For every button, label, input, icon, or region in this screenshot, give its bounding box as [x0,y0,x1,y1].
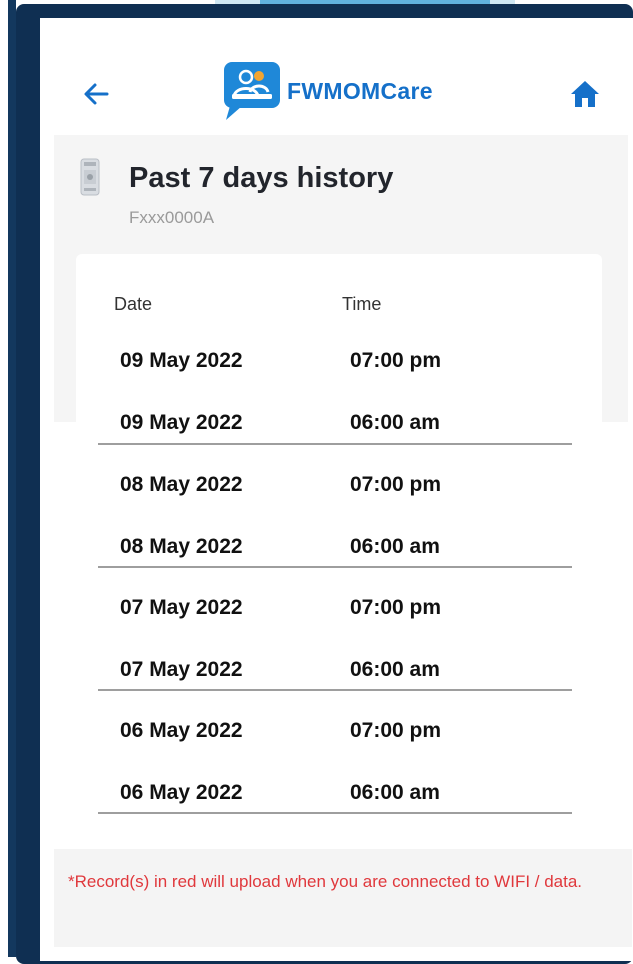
row-date: 08 May 2022 [120,535,243,558]
app-screen: FWMOMCare Past 7 days history Fxxx0000A … [40,18,633,961]
user-id: Fxxx0000A [129,208,215,227]
row-divider [98,812,572,814]
table-row: 07 May 2022 07:00 pm [98,581,572,643]
row-time: 07:00 pm [350,349,442,372]
row-date: 06 May 2022 [120,719,243,742]
device-card-icon [80,158,100,196]
row-divider [98,443,572,445]
row-time: 06:00 am [350,781,440,804]
table-row: 09 May 2022 06:00 am [98,396,572,458]
row-date: 07 May 2022 [120,596,243,619]
table-row: 08 May 2022 06:00 am [98,520,572,582]
row-divider [98,566,572,568]
row-date: 09 May 2022 [120,411,243,434]
table-row: 09 May 2022 07:00 pm [98,334,572,396]
background-frame-edge [8,0,16,957]
table-row: 07 May 2022 06:00 am [98,643,572,705]
home-icon[interactable] [568,78,602,110]
page-title: Past 7 days history [129,162,394,194]
upload-notice: *Record(s) in red will upload when you a… [54,849,632,947]
arrow-left-icon[interactable] [80,78,112,110]
row-time: 07:00 pm [350,719,442,742]
upload-notice-text: *Record(s) in red will upload when you a… [68,872,583,891]
row-time: 06:00 am [350,658,440,681]
row-time: 07:00 pm [350,596,442,619]
row-date: 07 May 2022 [120,658,243,681]
phone-frame: FWMOMCare Past 7 days history Fxxx0000A … [16,4,633,964]
row-divider [98,689,572,691]
row-date: 06 May 2022 [120,781,243,804]
table-row: 06 May 2022 06:00 am [98,766,572,828]
row-date: 08 May 2022 [120,473,243,496]
row-time: 06:00 am [350,411,440,434]
app-header: FWMOMCare [40,18,633,136]
fwmomcare-logo-icon [224,62,280,120]
column-header-time: Time [342,294,382,314]
table-row: 08 May 2022 07:00 pm [98,458,572,520]
row-date: 09 May 2022 [120,349,243,372]
brand-name: FWMOMCare [287,78,433,104]
row-time: 06:00 am [350,535,440,558]
column-header-date: Date [114,294,153,314]
table-row: 06 May 2022 07:00 pm [98,704,572,766]
row-time: 07:00 pm [350,473,442,496]
